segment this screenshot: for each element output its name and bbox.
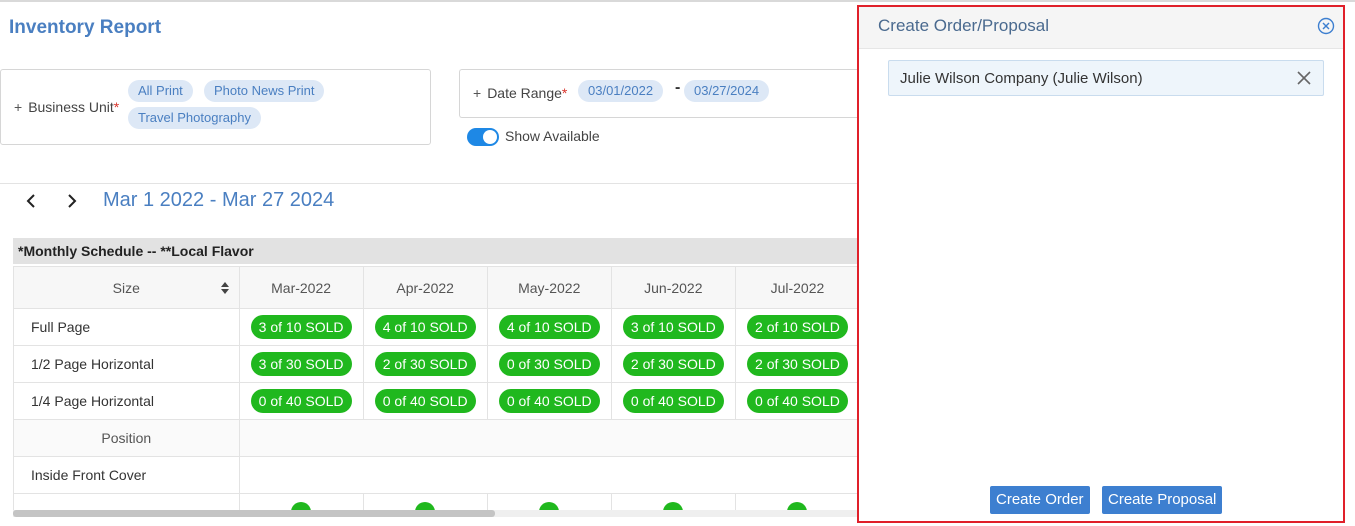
toggle-knob bbox=[483, 130, 497, 144]
date-start-chip[interactable]: 03/01/2022 bbox=[578, 80, 664, 102]
sold-badge[interactable]: 3 of 10 SOLD bbox=[622, 315, 724, 339]
remove-icon[interactable] bbox=[1297, 71, 1311, 85]
table-row: Full Page 3 of 10 SOLD 4 of 10 SOLD 4 of… bbox=[13, 308, 860, 346]
sort-icon[interactable] bbox=[220, 280, 230, 296]
close-circle-icon[interactable] bbox=[1317, 17, 1335, 35]
size-label: Full Page bbox=[13, 308, 240, 346]
sold-badge[interactable]: 3 of 10 SOLD bbox=[250, 315, 352, 339]
size-label: 1/2 Page Horizontal bbox=[13, 345, 240, 383]
sold-badge[interactable]: 2 of 30 SOLD bbox=[374, 352, 476, 376]
schedule-table-container: *Monthly Schedule -- **Local Flavor Size… bbox=[13, 238, 860, 510]
position-label: Inside Front Cover bbox=[13, 456, 240, 494]
business-unit-filter[interactable]: + Business Unit* All Print Photo News Pri… bbox=[0, 69, 431, 145]
date-separator: - bbox=[675, 79, 681, 96]
sold-badge[interactable]: 0 of 30 SOLD bbox=[498, 352, 600, 376]
selected-customer[interactable]: Julie Wilson Company (Julie Wilson) bbox=[888, 60, 1324, 96]
top-divider bbox=[0, 0, 1355, 2]
sold-badge[interactable]: 2 of 10 SOLD bbox=[747, 315, 848, 339]
month-header: Mar-2022 bbox=[238, 266, 364, 309]
date-range-filter[interactable]: + Date Range* 03/01/2022 - 03/27/2024 bbox=[459, 69, 879, 118]
sold-badge[interactable]: 2 of 30 SOLD bbox=[622, 352, 724, 376]
schedule-table: Size Mar-2022 Apr-2022 May-2022 Jun-2022… bbox=[13, 266, 860, 510]
sold-badge[interactable]: 0 of 40 SOLD bbox=[498, 389, 600, 413]
month-header: Jul-2022 bbox=[734, 266, 860, 309]
chevron-left-icon[interactable] bbox=[20, 190, 42, 212]
position-header-row: Position bbox=[13, 419, 860, 457]
month-header: Apr-2022 bbox=[362, 266, 488, 309]
size-column-header[interactable]: Size bbox=[13, 266, 240, 309]
section-divider bbox=[0, 183, 860, 184]
sold-badge[interactable]: 3 of 30 SOLD bbox=[250, 352, 352, 376]
create-proposal-button[interactable]: Create Proposal bbox=[1102, 486, 1223, 514]
table-row bbox=[13, 493, 860, 510]
table-row: 1/2 Page Horizontal 3 of 30 SOLD 2 of 30… bbox=[13, 345, 860, 383]
month-header: May-2022 bbox=[486, 266, 612, 309]
chip-travel-photography[interactable]: Travel Photography bbox=[128, 107, 261, 129]
chip-all-print[interactable]: All Print bbox=[128, 80, 193, 102]
sold-badge[interactable]: 2 of 30 SOLD bbox=[747, 352, 848, 376]
panel-title: Create Order/Proposal bbox=[878, 16, 1050, 35]
table-row: Inside Front Cover bbox=[13, 456, 860, 494]
sold-badge[interactable]: 4 of 10 SOLD bbox=[498, 315, 600, 339]
panel-header: Create Order/Proposal bbox=[859, 7, 1343, 49]
chip-photo-news-print[interactable]: Photo News Print bbox=[204, 80, 325, 102]
sold-badge[interactable] bbox=[291, 502, 312, 510]
plus-icon: + bbox=[14, 99, 23, 115]
position-column-header: Position bbox=[13, 419, 240, 457]
sold-badge[interactable]: 0 of 40 SOLD bbox=[747, 389, 848, 413]
date-range-title: Mar 1 2022 - Mar 27 2024 bbox=[103, 189, 335, 211]
page-title: Inventory Report bbox=[9, 17, 162, 38]
table-header-row: Size Mar-2022 Apr-2022 May-2022 Jun-2022… bbox=[13, 266, 860, 309]
sold-badge[interactable] bbox=[539, 502, 560, 510]
create-order-button[interactable]: Create Order bbox=[990, 486, 1090, 514]
month-header: Jun-2022 bbox=[610, 266, 736, 309]
date-end-chip[interactable]: 03/27/2024 bbox=[684, 80, 770, 102]
table-row: 1/4 Page Horizontal 0 of 40 SOLD 0 of 40… bbox=[13, 382, 860, 420]
create-order-proposal-panel: Create Order/Proposal Julie Wilson Compa… bbox=[857, 5, 1345, 523]
show-available-label: Show Available bbox=[505, 128, 600, 144]
plus-icon: + bbox=[473, 85, 482, 101]
chevron-right-icon[interactable] bbox=[61, 190, 83, 212]
sold-badge[interactable] bbox=[787, 502, 808, 510]
show-available-toggle[interactable] bbox=[467, 128, 499, 146]
business-unit-label[interactable]: + Business Unit* bbox=[14, 99, 119, 115]
schedule-section-title: *Monthly Schedule -- **Local Flavor bbox=[13, 238, 860, 264]
horizontal-scrollbar[interactable] bbox=[13, 510, 860, 517]
scrollbar-thumb[interactable] bbox=[13, 510, 495, 517]
date-range-label[interactable]: + Date Range* bbox=[473, 85, 567, 101]
sold-badge[interactable]: 0 of 40 SOLD bbox=[250, 389, 352, 413]
sold-badge[interactable]: 4 of 10 SOLD bbox=[374, 315, 476, 339]
sold-badge[interactable] bbox=[415, 502, 436, 510]
sold-badge[interactable]: 0 of 40 SOLD bbox=[374, 389, 476, 413]
size-label: 1/4 Page Horizontal bbox=[13, 382, 240, 420]
sold-badge[interactable]: 0 of 40 SOLD bbox=[622, 389, 724, 413]
customer-name: Julie Wilson Company (Julie Wilson) bbox=[900, 70, 1143, 87]
sold-badge[interactable] bbox=[663, 502, 684, 510]
